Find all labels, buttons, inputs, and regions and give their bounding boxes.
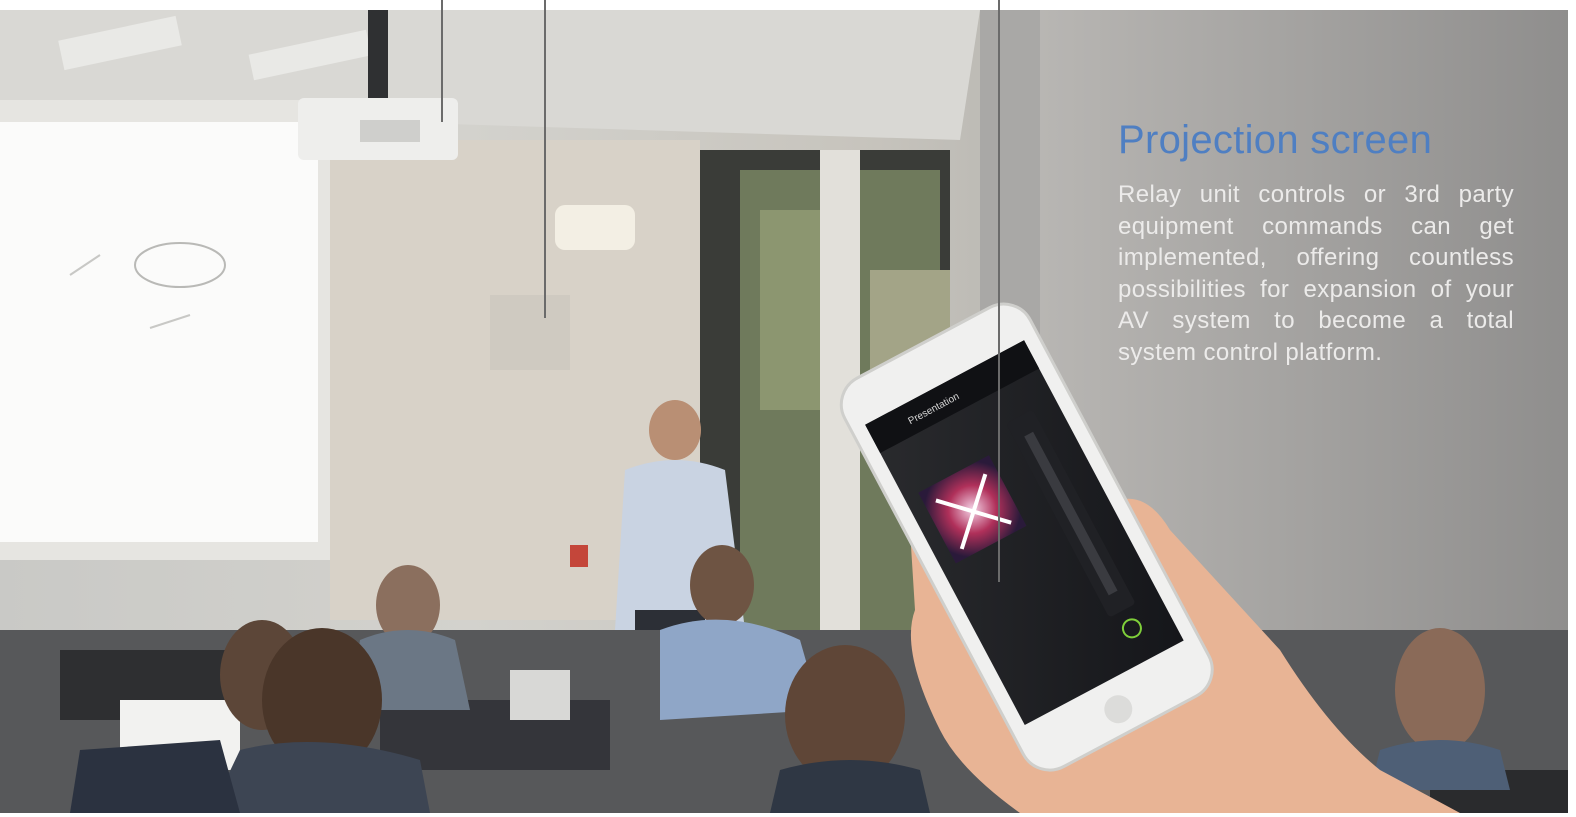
callout-line xyxy=(544,0,546,318)
audience-member xyxy=(690,545,754,625)
callout-line xyxy=(441,0,443,122)
callout-line xyxy=(998,0,1000,582)
callout-description: Relay unit controls or 3rd party equipme… xyxy=(1118,181,1514,366)
audience-member xyxy=(1395,628,1485,752)
presenter-head xyxy=(649,400,701,460)
projection-screen xyxy=(0,122,318,542)
projection-screen-callout: Projection screen Relay unit controls or… xyxy=(1118,118,1514,368)
wall-lamp xyxy=(555,205,635,250)
page: Presentation Projection screen Relay uni… xyxy=(0,0,1576,817)
callout-title: Projection screen xyxy=(1118,118,1433,162)
